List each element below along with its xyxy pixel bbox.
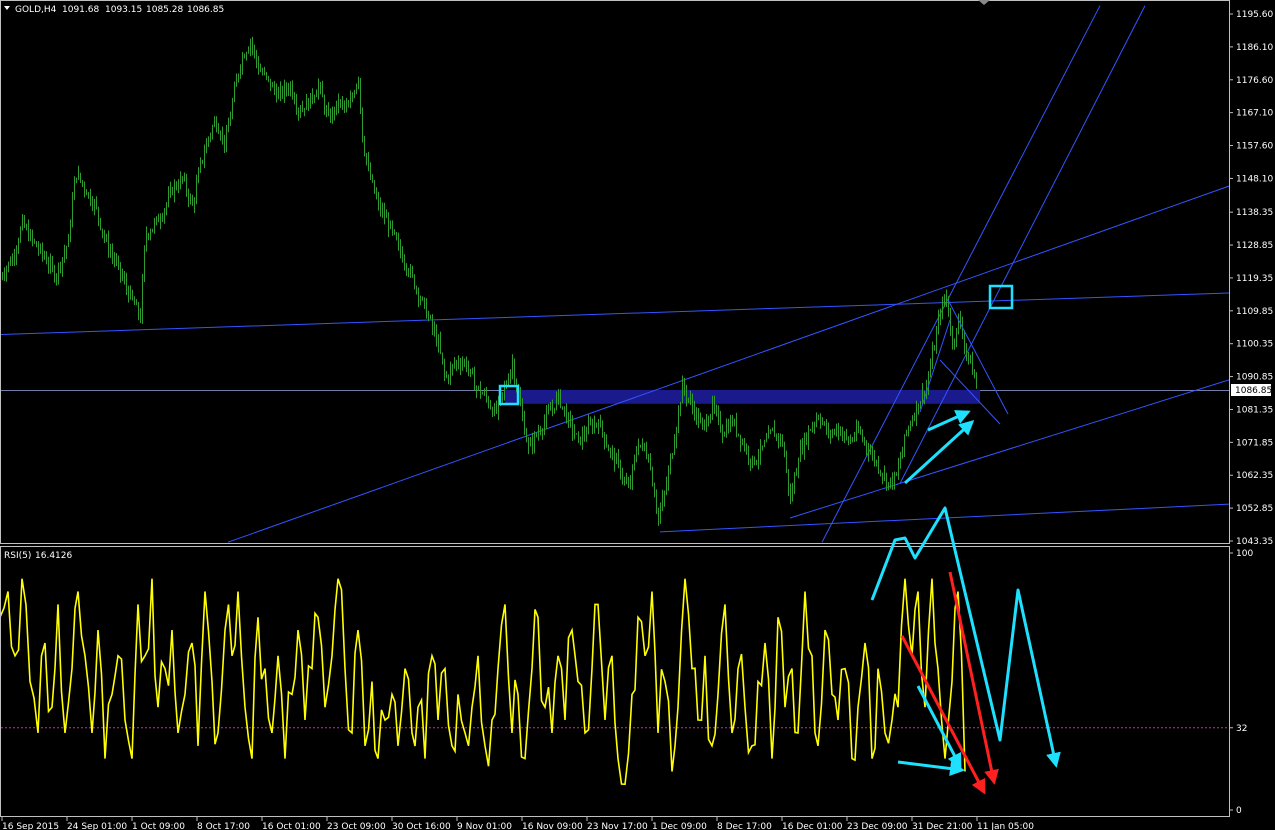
time-tick-label: 16 Oct 01:00 [262,822,321,830]
price-tick-label: 1195.60 [1236,10,1273,20]
time-tick-label: 8 Oct 17:00 [197,822,250,830]
rsi-panel[interactable] [0,546,1230,817]
rsi-header: RSI(5) 16.4126 [4,551,72,561]
time-tick-label: 31 Dec 21:00 [912,822,973,830]
time-tick-label: 23 Dec 09:00 [847,822,908,830]
price-tick-label: 1119.35 [1236,274,1273,284]
price-tick-label: 1062.35 [1236,471,1273,481]
current-price-tag: 1086.85 [1231,384,1272,396]
price-tick-label: 1090.85 [1236,373,1273,383]
current-price-label: 1086.85 [1235,386,1272,396]
rsi-tick-label: 0 [1236,806,1242,816]
time-tick-label: 11 Jan 05:00 [977,822,1034,830]
time-tick-label: 16 Sep 2015 [2,822,59,830]
price-tick-label: 1100.35 [1236,340,1273,350]
price-tick-label: 1081.35 [1236,405,1273,415]
support-zone [505,389,980,404]
price-tick-label: 1128.85 [1236,241,1273,251]
price-tick-label: 1138.35 [1236,208,1273,218]
time-tick-label: 23 Oct 09:00 [327,822,386,830]
price-tick-label: 1052.85 [1236,504,1273,514]
time-tick-label: 16 Nov 09:00 [522,822,583,830]
time-tick-label: 8 Dec 17:00 [717,822,772,830]
chart-header: GOLD,H4 1091.68 1093.15 1085.28 1086.85 [4,5,224,15]
time-tick-label: 16 Dec 01:00 [782,822,843,830]
rsi-tick-label: 100 [1236,549,1253,559]
ohlc-open: 1091.68 [62,5,99,15]
rsi-axis: 100 32 0 [1229,549,1253,816]
price-tick-label: 1148.10 [1236,174,1273,184]
price-tick-label: 1043.35 [1236,537,1273,547]
time-tick-label: 1 Oct 09:00 [132,822,185,830]
price-tick-label: 1167.10 [1236,109,1273,119]
time-axis: 16 Sep 2015 24 Sep 01:00 1 Oct 09:00 8 Oct … [1,817,1034,830]
symbol-label: GOLD,H4 [15,5,57,15]
time-tick-label: 9 Nov 01:00 [457,822,512,830]
price-tick-label: 1186.10 [1236,43,1273,53]
price-tick-label: 1071.85 [1236,438,1273,448]
rsi-tick-label: 32 [1236,724,1247,734]
price-axis: 1195.60 1186.10 1176.60 1167.10 1157.60 1148.… [1229,10,1273,547]
rsi-value: 16.4126 [35,551,72,561]
price-tick-label: 1157.60 [1236,142,1273,152]
time-tick-label: 24 Sep 01:00 [67,822,127,830]
rsi-label: RSI(5) [4,551,31,561]
time-tick-label: 30 Oct 16:00 [392,822,451,830]
price-tick-label: 1109.85 [1236,307,1273,317]
ohlc-high: 1093.15 [105,5,142,15]
ohlc-low: 1085.28 [146,5,183,15]
chart-window[interactable]: 1195.60 1186.10 1176.60 1167.10 1157.60 1148.… [0,0,1275,830]
price-tick-label: 1176.60 [1236,76,1273,86]
time-tick-label: 1 Dec 09:00 [652,822,707,830]
time-tick-label: 23 Nov 17:00 [587,822,648,830]
ohlc-close: 1086.85 [187,5,224,15]
